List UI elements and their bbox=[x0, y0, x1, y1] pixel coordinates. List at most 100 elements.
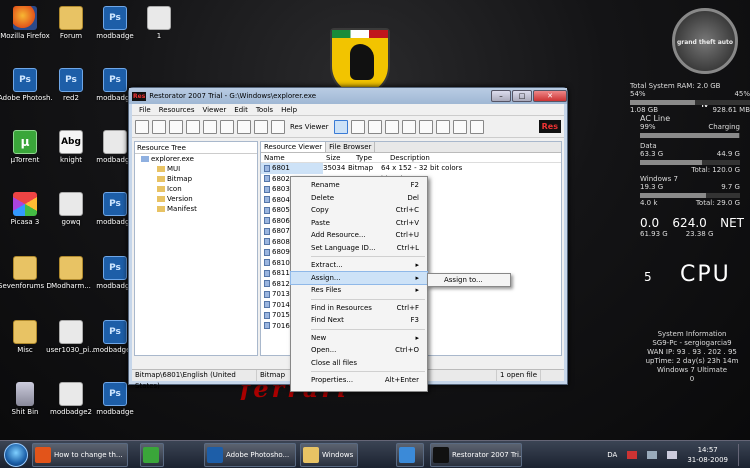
start-button[interactable] bbox=[4, 443, 28, 467]
context-item-res-files[interactable]: Res Files ▸ bbox=[291, 284, 427, 297]
title-bar[interactable]: Res Restorator 2007 Trial - G:\Windows\e… bbox=[129, 88, 567, 104]
col-size[interactable]: Size bbox=[323, 153, 353, 162]
close-button[interactable]: ✕ bbox=[533, 90, 567, 102]
drive-windows-gadget: Windows 7 19.3 G 9.7 G 4.0 k Total: 29.0 G bbox=[640, 175, 740, 207]
tab-resource-viewer[interactable]: Resource Viewer bbox=[261, 142, 327, 152]
find-next-icon[interactable] bbox=[237, 119, 251, 134]
col-description[interactable]: Description bbox=[387, 153, 430, 162]
minimize-button[interactable]: – bbox=[491, 90, 511, 102]
cell-name-text: 7013 bbox=[272, 290, 290, 298]
viewer-icon[interactable] bbox=[333, 119, 348, 134]
rc-icon[interactable] bbox=[367, 119, 382, 134]
ps-icon: Ps bbox=[59, 68, 83, 92]
tree-node[interactable]: Manifest bbox=[135, 204, 257, 214]
task-label: Adobe Photosho... bbox=[226, 451, 290, 459]
copy-icon[interactable] bbox=[186, 119, 200, 134]
context-item-shortcut: Del bbox=[407, 193, 419, 202]
folder-icon bbox=[59, 6, 83, 30]
find-icon[interactable] bbox=[220, 119, 234, 134]
bitmap-icon bbox=[264, 217, 270, 224]
ps-icon: Ps bbox=[103, 256, 127, 280]
resource-icon[interactable] bbox=[254, 119, 268, 134]
folder-icon bbox=[157, 206, 165, 212]
new-icon[interactable] bbox=[135, 119, 149, 134]
context-item-close-all-files[interactable]: Close all files bbox=[291, 357, 427, 370]
tree-node[interactable]: Version bbox=[135, 194, 257, 204]
sysinfo-line: WAN IP: 93 . 93 . 202 . 95 bbox=[647, 348, 737, 356]
menu-file[interactable]: File bbox=[135, 106, 155, 114]
desktop-icon[interactable]: Ps modbadge bbox=[88, 382, 142, 416]
cell-description: 64 x 152 - 32 bit colors bbox=[381, 164, 463, 172]
context-item-properties[interactable]: Properties... Alt+Enter bbox=[291, 374, 427, 387]
context-item-add-resource[interactable]: Add Resource... Ctrl+U bbox=[291, 229, 427, 242]
app-badge: Res bbox=[132, 91, 147, 101]
context-item-label: Find Next bbox=[311, 316, 344, 324]
sysinfo-line: 0 bbox=[689, 375, 695, 383]
context-item-assign[interactable]: Assign... ▸ bbox=[290, 270, 428, 285]
volume-icon[interactable] bbox=[667, 451, 678, 459]
tab-file-browser[interactable]: File Browser bbox=[326, 142, 376, 152]
open-icon[interactable] bbox=[152, 119, 166, 134]
bitmap-icon bbox=[264, 248, 270, 256]
maximize-button[interactable]: □ bbox=[512, 90, 532, 102]
context-item-new[interactable]: New ▸ bbox=[291, 332, 427, 345]
taskbar-button[interactable] bbox=[396, 443, 424, 467]
blank-icon bbox=[103, 130, 127, 154]
res-logo: Res bbox=[538, 120, 561, 133]
context-item-paste[interactable]: Paste Ctrl+V bbox=[291, 217, 427, 230]
context-item-find-in-resources[interactable]: Find in Resources Ctrl+F bbox=[291, 302, 427, 315]
arrow-down-icon[interactable] bbox=[418, 119, 433, 134]
context-item-copy[interactable]: Copy Ctrl+C bbox=[291, 204, 427, 217]
assign-submenu-item[interactable]: Assign to... bbox=[427, 273, 511, 287]
taskbar-button[interactable]: How to change th... bbox=[32, 443, 128, 467]
cpu-count: 5 bbox=[644, 270, 652, 284]
books-icon[interactable] bbox=[271, 119, 285, 134]
context-item-rename[interactable]: Rename F2 bbox=[291, 179, 427, 192]
col-type[interactable]: Type bbox=[353, 153, 387, 162]
cell-name-text: 6811 bbox=[272, 269, 290, 277]
menu-tools[interactable]: Tools bbox=[252, 106, 277, 114]
cancel-icon[interactable] bbox=[469, 119, 484, 134]
res-viewer-label[interactable]: Res Viewer bbox=[288, 123, 331, 131]
menu-edit[interactable]: Edit bbox=[230, 106, 252, 114]
flag-icon[interactable] bbox=[627, 451, 638, 459]
col-name[interactable]: Name bbox=[261, 153, 323, 162]
menu-help[interactable]: Help bbox=[277, 106, 301, 114]
arrow-up-icon[interactable] bbox=[401, 119, 416, 134]
context-item-set-language-id[interactable]: Set Language ID... Ctrl+L bbox=[291, 242, 427, 255]
taskbar-button[interactable]: Windows bbox=[300, 443, 358, 467]
language-indicator[interactable]: DA bbox=[607, 450, 617, 460]
hex-icon[interactable] bbox=[350, 119, 365, 134]
taskbar-button[interactable] bbox=[140, 443, 164, 467]
context-item-extract[interactable]: Extract... ▸ bbox=[291, 259, 427, 272]
taskbar-button[interactable]: Restorator 2007 Tri... bbox=[430, 443, 522, 467]
move-icon[interactable] bbox=[435, 119, 450, 134]
taskbar-button[interactable]: Adobe Photosho... bbox=[204, 443, 296, 467]
tree-node[interactable]: Icon bbox=[135, 184, 257, 194]
table-row[interactable]: 6801 35034 Bitmap 64 x 152 - 32 bit colors bbox=[261, 163, 561, 174]
show-desktop-button[interactable] bbox=[738, 444, 746, 466]
context-item-open[interactable]: Open... Ctrl+O bbox=[291, 344, 427, 357]
save-icon[interactable] bbox=[169, 119, 183, 134]
tree-node[interactable]: explorer.exe bbox=[135, 154, 257, 164]
clock[interactable]: 14:57 31-08-2009 bbox=[687, 445, 728, 465]
context-item-label: Find in Resources bbox=[311, 303, 372, 312]
resource-tree[interactable]: Resource Tree explorer.exe MUI Bitmap Icon V… bbox=[134, 141, 258, 356]
context-item-find-next[interactable]: Find Next F3 bbox=[291, 314, 427, 327]
desktop-icon[interactable]: 1 bbox=[132, 6, 186, 40]
bitmap-icon bbox=[264, 269, 270, 277]
binary-icon[interactable] bbox=[384, 119, 399, 134]
folder-icon bbox=[157, 186, 165, 192]
tree-node[interactable]: MUI bbox=[135, 164, 257, 174]
network-icon[interactable] bbox=[647, 451, 658, 459]
context-item-delete[interactable]: Delete Del bbox=[291, 192, 427, 205]
menu-resources[interactable]: Resources bbox=[155, 106, 199, 114]
cell-name-text: 7016 bbox=[272, 321, 290, 330]
check-icon[interactable] bbox=[452, 119, 467, 134]
cell-name-text: 6808 bbox=[272, 237, 290, 246]
menu-separator bbox=[311, 328, 425, 330]
paste-icon[interactable] bbox=[203, 119, 217, 134]
menu-viewer[interactable]: Viewer bbox=[198, 106, 230, 114]
task-app-icon bbox=[303, 447, 319, 463]
tree-node[interactable]: Bitmap bbox=[135, 174, 257, 184]
